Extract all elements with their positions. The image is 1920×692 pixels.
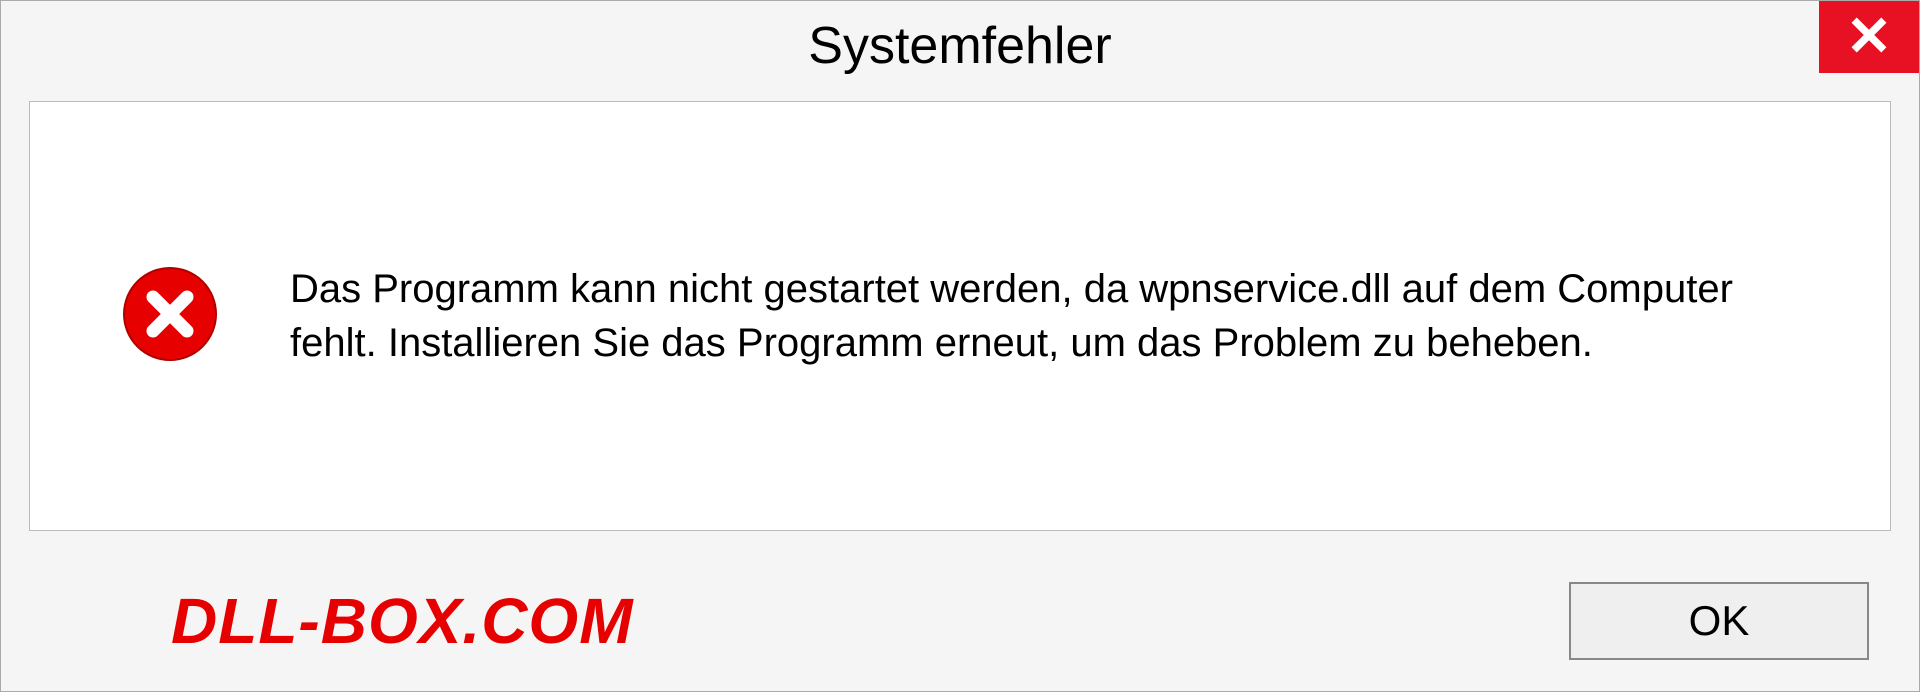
dialog-footer: DLL-BOX.COM OK [1,551,1919,691]
ok-button[interactable]: OK [1569,582,1869,660]
close-button[interactable] [1819,1,1919,73]
dialog-title: Systemfehler [808,16,1111,76]
close-icon [1848,14,1890,61]
watermark-text: DLL-BOX.COM [171,584,634,658]
titlebar: Systemfehler [1,1,1919,91]
error-message: Das Programm kann nicht gestartet werden… [290,262,1830,370]
error-dialog: Systemfehler Das Programm kann nicht ges… [0,0,1920,692]
error-icon [120,264,220,369]
content-panel: Das Programm kann nicht gestartet werden… [29,101,1891,531]
